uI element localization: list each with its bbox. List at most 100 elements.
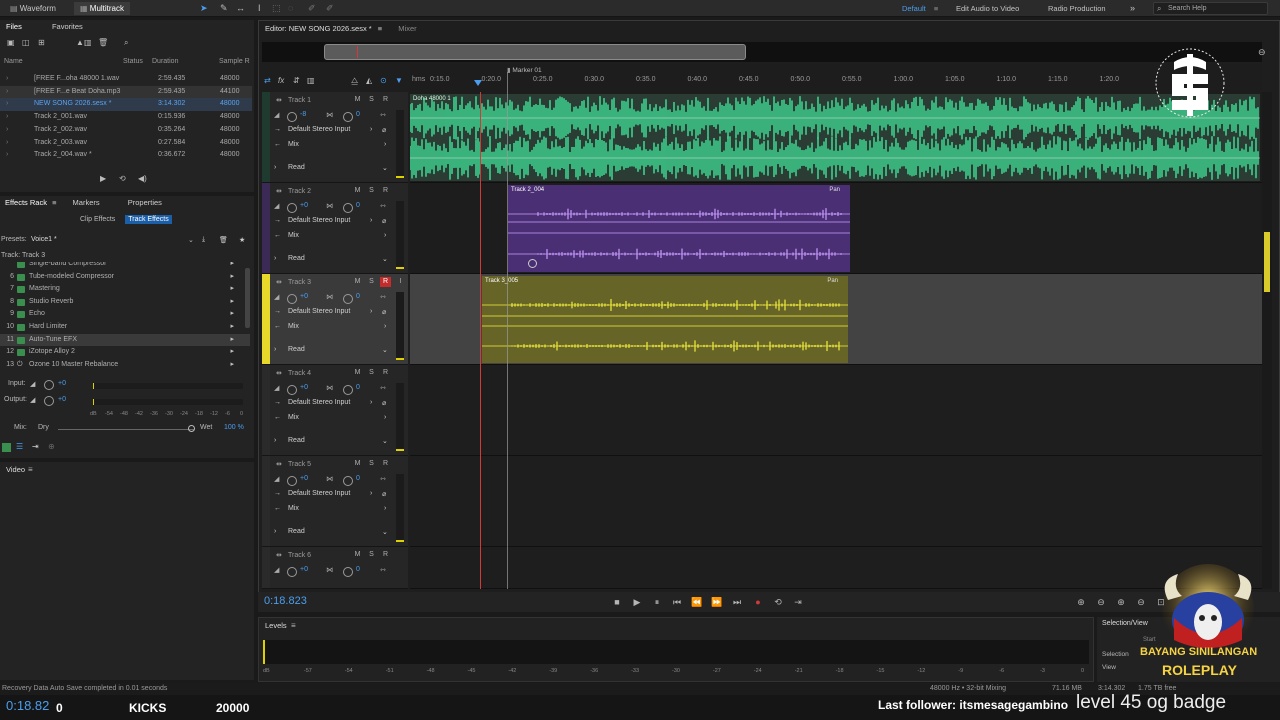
- automation-dropdown-icon[interactable]: ⌄: [382, 164, 388, 172]
- track-name[interactable]: Track 6: [288, 552, 311, 559]
- play-button[interactable]: ▶: [630, 595, 644, 609]
- metronome-icon[interactable]: ⧋: [351, 76, 358, 86]
- loop-icon[interactable]: ⇄: [264, 76, 271, 85]
- time-selection-icon[interactable]: I: [258, 3, 261, 13]
- file-row[interactable]: › [FREE F...e Beat Doha.mp3 2:59.435 44100: [0, 85, 252, 99]
- track-input-select[interactable]: Default Stereo Input: [288, 399, 350, 406]
- track-header[interactable]: ⇹ Track 4 M S R ◢ +0 ⋈ 0 ⇿ → Default Stereo Input › ⌀…: [262, 365, 408, 456]
- levels-title[interactable]: Levels: [265, 621, 287, 630]
- volume-value[interactable]: +0: [300, 202, 308, 209]
- volume-value[interactable]: -8: [300, 111, 306, 118]
- mix-slider-track[interactable]: [58, 429, 194, 430]
- rewind-button[interactable]: ⏪: [690, 595, 704, 609]
- auto-play-icon[interactable]: ◀): [138, 174, 147, 183]
- phase-invert-icon[interactable]: ⌀: [382, 308, 386, 316]
- stereo-link-icon[interactable]: ⇿: [380, 566, 386, 574]
- snap-icon[interactable]: ⊙: [380, 76, 387, 85]
- effect-slot[interactable]: Single-band Compressor ▸: [0, 262, 250, 271]
- effect-power-toggle[interactable]: [17, 336, 25, 344]
- automation-dropdown-icon[interactable]: ⌄: [382, 437, 388, 445]
- track-header[interactable]: ⇹ Track 3 M S R I ◢ +0 ⋈ 0 ⇿ → Default Stereo Input ›…: [262, 274, 408, 365]
- output-chevron-icon[interactable]: ›: [384, 323, 386, 330]
- record-arm-button[interactable]: R: [380, 95, 391, 105]
- effect-power-toggle[interactable]: [17, 262, 25, 268]
- track-drag-icon[interactable]: ⇹: [276, 551, 282, 559]
- clip-track-2[interactable]: Track 2_004 Pan: [508, 185, 850, 272]
- automation-chevron-icon[interactable]: ›: [274, 346, 276, 353]
- track-drag-icon[interactable]: ⇹: [276, 278, 282, 286]
- expand-chevron-icon[interactable]: ›: [6, 137, 8, 150]
- clip-lock-icon[interactable]: [528, 259, 537, 268]
- record-arm-button[interactable]: R: [380, 186, 391, 196]
- slip-tool-icon[interactable]: ↔: [236, 3, 245, 13]
- track-name[interactable]: Track 4: [288, 370, 311, 377]
- effect-power-toggle[interactable]: [17, 311, 25, 319]
- volume-value[interactable]: +0: [300, 293, 308, 300]
- list-icon[interactable]: ☰: [16, 442, 23, 451]
- effects-rack-menu-icon[interactable]: ≡: [52, 198, 56, 207]
- automation-mode-select[interactable]: Read: [288, 255, 305, 262]
- mute-button[interactable]: M: [352, 459, 363, 469]
- pan-value[interactable]: 0: [356, 384, 360, 391]
- import-file-icon[interactable]: ▥: [84, 38, 92, 47]
- effect-menu-chevron-icon[interactable]: ▸: [230, 359, 234, 372]
- clip-track-3[interactable]: Track 3_005 Pan: [482, 276, 848, 363]
- track-name[interactable]: Track 5: [288, 461, 311, 468]
- pan-value[interactable]: 0: [356, 475, 360, 482]
- input-gain-knob[interactable]: [44, 380, 54, 390]
- overview-viewport[interactable]: [324, 44, 746, 60]
- automation-mode-select[interactable]: Read: [288, 528, 305, 535]
- loop-playback-button[interactable]: ⟲: [771, 595, 785, 609]
- wet-value[interactable]: 100 %: [224, 424, 244, 431]
- expand-chevron-icon[interactable]: ›: [6, 73, 8, 86]
- output-gain-knob[interactable]: [44, 396, 54, 406]
- stereo-link-icon[interactable]: ⇿: [380, 111, 386, 119]
- editor-tab[interactable]: Editor: NEW SONG 2026.sesx *: [265, 24, 372, 33]
- effect-slot[interactable]: 13 ⏻ Ozone 10 Master Rebalance ▸: [0, 359, 250, 372]
- delete-preset-icon[interactable]: 🗑: [219, 236, 228, 244]
- record-button[interactable]: ●: [751, 595, 765, 609]
- output-chevron-icon[interactable]: ›: [384, 232, 386, 239]
- lane-track-5[interactable]: [410, 456, 1262, 547]
- track-header[interactable]: ⇹ Track 1 M S R ◢ -8 ⋈ 0 ⇿ → Default Stereo Input › ⌀…: [262, 92, 408, 183]
- expand-chevron-icon[interactable]: ›: [6, 149, 8, 162]
- spot-heal-icon[interactable]: ✐: [326, 3, 334, 14]
- fx-icon[interactable]: fx: [278, 76, 284, 85]
- effect-slot[interactable]: 11 Auto-Tune EFX ▸: [0, 333, 250, 347]
- effect-power-toggle[interactable]: [17, 286, 25, 294]
- eq-icon[interactable]: ▥: [307, 76, 315, 85]
- automation-chevron-icon[interactable]: ›: [274, 164, 276, 171]
- effect-power-toggle[interactable]: [17, 298, 25, 306]
- solo-button[interactable]: S: [366, 550, 377, 560]
- volume-knob[interactable]: [287, 203, 297, 213]
- insert-fx-icon[interactable]: ⇥: [32, 442, 39, 451]
- stereo-link-icon[interactable]: ⇿: [380, 293, 386, 301]
- preview-loop-icon[interactable]: ⟲: [119, 174, 126, 183]
- mix-slider-handle[interactable]: [188, 425, 195, 432]
- solo-button[interactable]: S: [366, 368, 377, 378]
- track-header[interactable]: ⇹ Track 2 M S R ◢ +0 ⋈ 0 ⇿ → Default Stereo Input › ⌀…: [262, 183, 408, 274]
- lane-track-6[interactable]: [410, 547, 1262, 589]
- automation-chevron-icon[interactable]: ›: [274, 255, 276, 262]
- volume-value[interactable]: +0: [300, 566, 308, 573]
- effect-power-toggle[interactable]: [17, 349, 25, 357]
- record-arm-button[interactable]: R: [380, 459, 391, 469]
- track-input-select[interactable]: Default Stereo Input: [288, 217, 350, 224]
- effect-menu-chevron-icon[interactable]: ▸: [230, 296, 234, 309]
- open-file-icon[interactable]: ◫: [22, 38, 30, 47]
- solo-button[interactable]: S: [366, 186, 377, 196]
- pan-value[interactable]: 0: [356, 111, 360, 118]
- column-duration[interactable]: Duration: [152, 58, 178, 65]
- new-file-icon[interactable]: ▣: [7, 38, 15, 47]
- power-icon[interactable]: ⏻: [17, 359, 23, 372]
- zoom-in-time-icon[interactable]: ⊕: [1114, 595, 1128, 609]
- track-header[interactable]: ⇹ Track 6 M S R ◢ +0 ⋈ 0 ⇿: [262, 547, 408, 589]
- auto-icon[interactable]: ◭: [366, 76, 372, 85]
- file-row[interactable]: › Track 2_003.wav 0:27.584 48000: [0, 137, 252, 150]
- overview-bar[interactable]: [262, 42, 1262, 62]
- pan-knob[interactable]: [343, 203, 353, 213]
- phase-invert-icon[interactable]: ⌀: [382, 399, 386, 407]
- tab-favorites[interactable]: Favorites: [52, 22, 83, 31]
- effect-slot[interactable]: 12 iZotope Alloy 2 ▸: [0, 346, 250, 359]
- levels-menu-icon[interactable]: ≡: [291, 621, 296, 630]
